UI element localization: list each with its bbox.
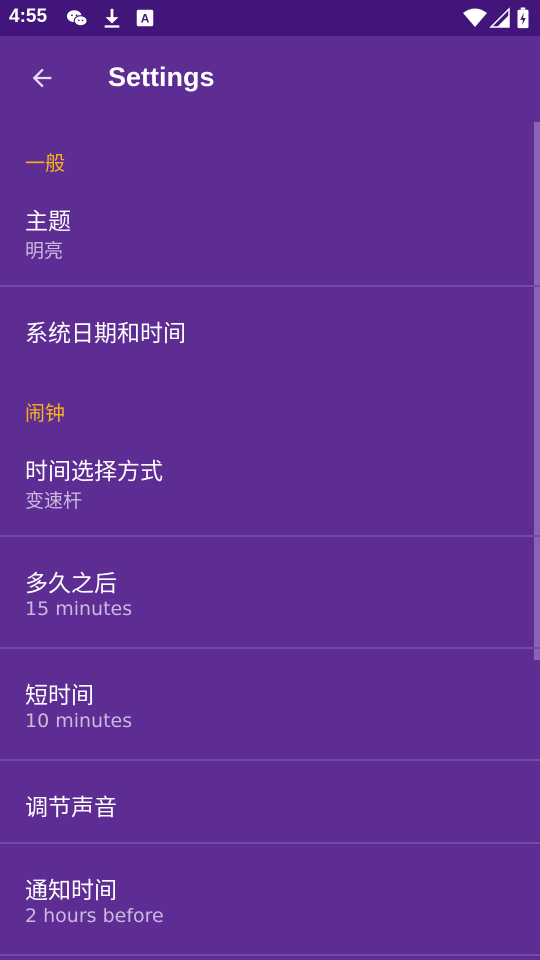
- signal-icon: [489, 7, 510, 28]
- section-header-general: 一般: [25, 151, 65, 175]
- pref-short-time[interactable]: 短时间 10 minutes: [0, 649, 534, 759]
- pref-system-datetime[interactable]: 系统日期和时间: [0, 287, 534, 372]
- battery-icon: [517, 7, 529, 29]
- pref-summary: 10 minutes: [25, 710, 133, 732]
- pref-summary: 2 hours before: [25, 905, 164, 927]
- pref-title: 主题: [25, 209, 71, 235]
- pref-how-long-after[interactable]: 多久之后 15 minutes: [0, 537, 534, 647]
- pref-title: 通知时间: [25, 878, 117, 904]
- pref-adjust-sound[interactable]: 调节声音: [0, 761, 534, 842]
- a-icon: A: [136, 9, 154, 27]
- pref-summary: 明亮: [25, 240, 64, 262]
- pref-title: 短时间: [25, 683, 94, 709]
- pref-time-picker[interactable]: 时间选择方式 变速杆: [0, 440, 534, 535]
- pref-summary: 变速杆: [25, 490, 83, 512]
- arrow-left-icon: [32, 68, 52, 88]
- pref-theme[interactable]: 主题 明亮: [0, 190, 534, 286]
- divider: [0, 954, 540, 956]
- scrollbar[interactable]: [534, 122, 540, 660]
- download-icon: [104, 8, 120, 28]
- app-bar: Settings: [0, 36, 540, 122]
- status-bar: 4:55 A: [0, 0, 540, 36]
- wifi-icon: [463, 8, 487, 27]
- pref-summary: 15 minutes: [25, 598, 133, 620]
- svg-text:A: A: [141, 12, 150, 26]
- status-time: 4:55: [9, 6, 48, 27]
- wechat-icon: [66, 10, 88, 27]
- pref-title: 时间选择方式: [25, 459, 163, 485]
- section-header-alarm: 闹钟: [25, 401, 65, 425]
- pref-notify-time[interactable]: 通知时间 2 hours before: [0, 844, 534, 954]
- back-button[interactable]: [22, 58, 62, 98]
- pref-title: 系统日期和时间: [25, 321, 186, 347]
- page-title: Settings: [108, 62, 215, 92]
- pref-title: 多久之后: [25, 571, 117, 597]
- pref-title: 调节声音: [25, 795, 117, 821]
